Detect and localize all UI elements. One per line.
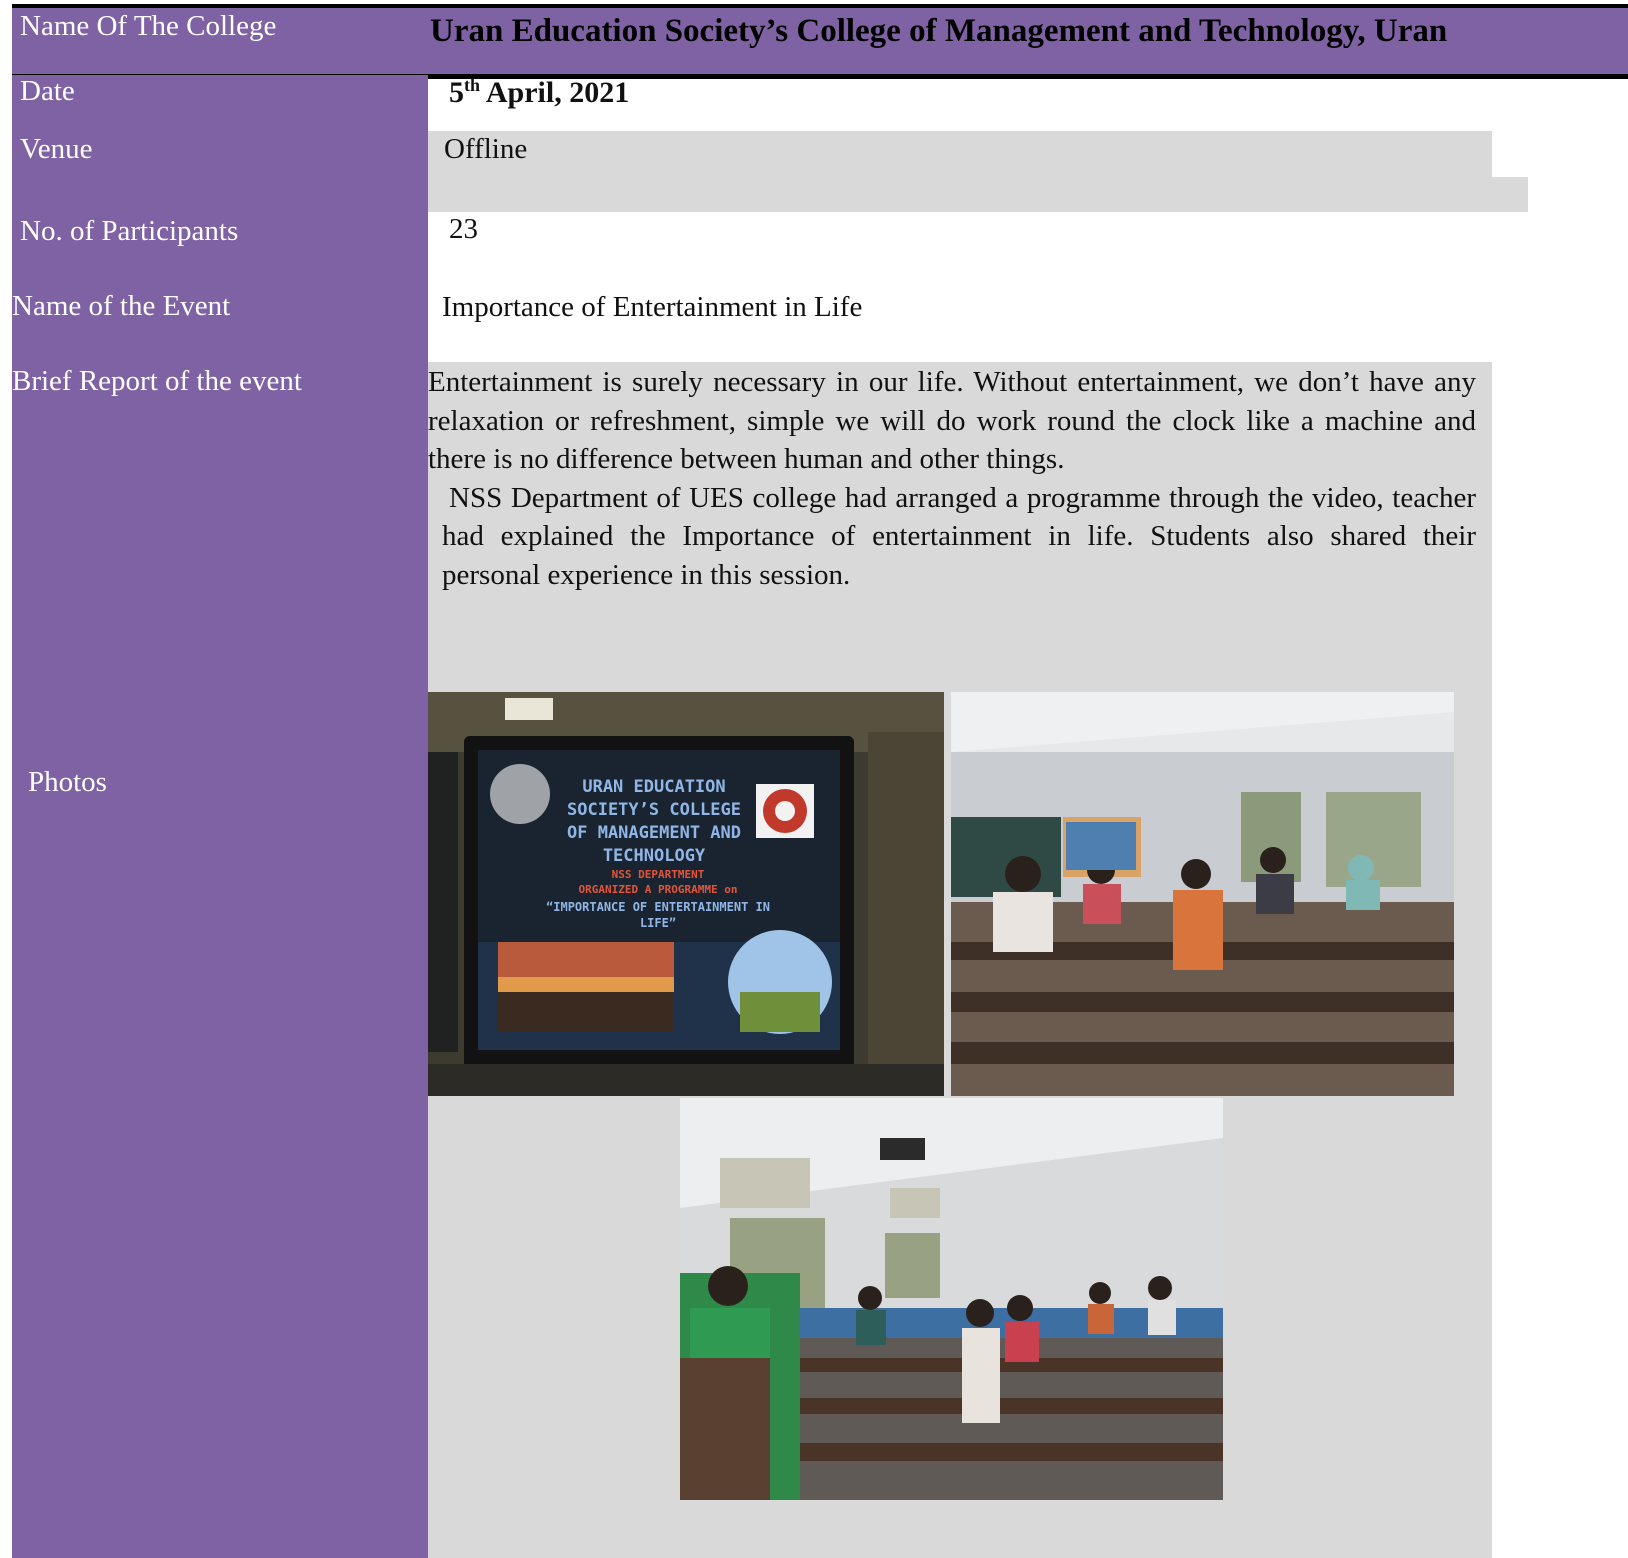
slide-title-line-3: OF MANAGEMENT AND xyxy=(567,823,741,843)
date-day: 5 xyxy=(449,76,464,109)
venue-label: Venue xyxy=(20,133,93,165)
report-label: Brief Report of the event xyxy=(12,365,302,397)
slide-title-line-1: URAN EDUCATION xyxy=(582,777,726,797)
slide-subtitle-line-1: NSS DEPARTMENT xyxy=(611,868,705,881)
slide-title: URAN EDUCATION SOCIETY’S COLLEGE OF MANA… xyxy=(546,776,762,868)
date-rest: April, 2021 xyxy=(480,76,630,109)
participants-value: 23 xyxy=(449,213,478,245)
slide-topic-line-2: LIFE” xyxy=(639,916,677,930)
date-suffix: th xyxy=(464,75,481,95)
date-label: Date xyxy=(20,75,75,107)
event-value: Importance of Entertainment in Life xyxy=(442,291,863,323)
slide-title-line-4: TECHNOLOGY xyxy=(602,846,706,866)
photos-label: Photos xyxy=(28,766,107,798)
photo-slide: URAN EDUCATION SOCIETY’S COLLEGE OF MANA… xyxy=(428,692,944,1096)
report-paragraph-2: NSS Department of UES college had arrang… xyxy=(442,481,1476,591)
college-label: Name Of The College xyxy=(20,10,277,42)
report-paragraph-1: Entertainment is surely necessary in our… xyxy=(428,366,1476,475)
venue-cell-extension xyxy=(428,177,1528,212)
event-label: Name of the Event xyxy=(12,290,231,322)
photo-classroom-front xyxy=(680,1098,1223,1500)
slide-topic: “IMPORTANCE OF ENTERTAINMENT IN LIFE” xyxy=(508,899,808,931)
report-text: Entertainment is surely necessary in our… xyxy=(428,363,1476,594)
photo-classroom-back xyxy=(951,692,1454,1096)
slide-title-line-2: SOCIETY’S COLLEGE xyxy=(567,800,741,820)
participants-label: No. of Participants xyxy=(20,215,239,247)
college-name: Uran Education Society’s College of Mana… xyxy=(430,13,1448,49)
slide-subtitle: NSS DEPARTMENT ORGANIZED A PROGRAMME on xyxy=(508,867,808,897)
venue-value: Offline xyxy=(444,133,528,165)
slide-topic-line-1: “IMPORTANCE OF ENTERTAINMENT IN xyxy=(546,900,770,914)
venue-cell xyxy=(428,131,1492,177)
date-value: 5th April, 2021 xyxy=(449,75,629,110)
slide-subtitle-line-2: ORGANIZED A PROGRAMME on xyxy=(578,883,738,896)
